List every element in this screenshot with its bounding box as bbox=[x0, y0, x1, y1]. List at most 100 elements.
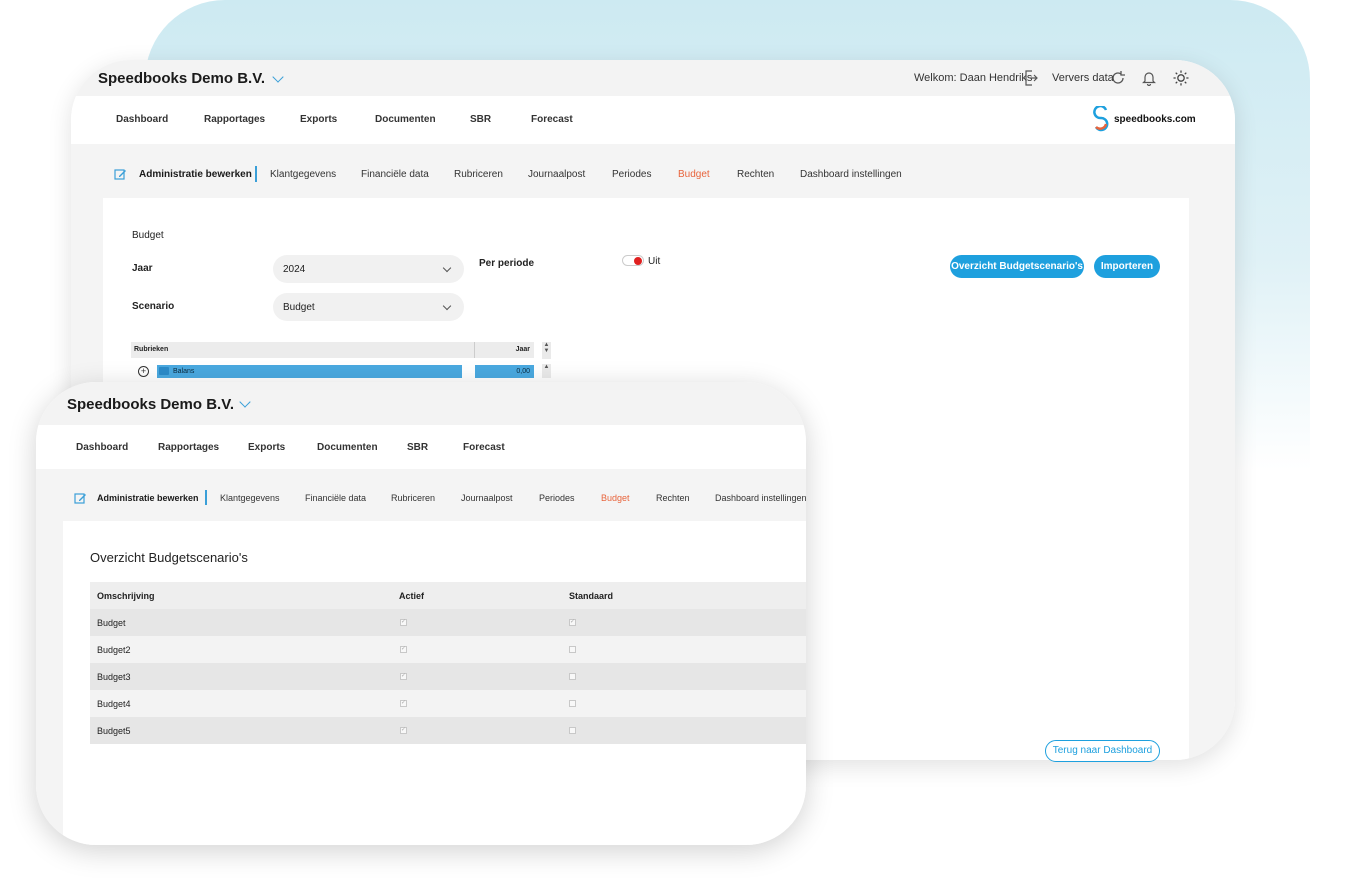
front-main-nav: Dashboard Rapportages Exports Documenten… bbox=[36, 425, 806, 469]
front-company-dropdown-chevron-icon[interactable] bbox=[239, 396, 251, 408]
front-nav-exports[interactable]: Exports bbox=[248, 442, 285, 453]
folder-icon bbox=[159, 367, 169, 375]
actief-checkbox[interactable]: ✓ bbox=[400, 673, 407, 680]
col-omschrijving: Omschrijving bbox=[97, 591, 155, 601]
subnav-dashboard-instellingen[interactable]: Dashboard instellingen bbox=[800, 169, 902, 180]
scenario-label: Scenario bbox=[132, 301, 175, 312]
welcome-text: Welkom: Daan Hendriks bbox=[914, 72, 1033, 84]
toggle-knob bbox=[634, 257, 642, 265]
scrollbar-top-arrows[interactable]: ▲ ▼ bbox=[542, 342, 551, 359]
subnav-rubriceren[interactable]: Rubriceren bbox=[454, 169, 503, 180]
subnav-financiele-data[interactable]: Financiële data bbox=[361, 169, 429, 180]
table-row[interactable]: Budget3 ✓ bbox=[90, 663, 806, 690]
col-actief: Actief bbox=[399, 591, 425, 601]
table-row[interactable]: Budget ✓ ✓ bbox=[90, 609, 806, 636]
subnav-rechten[interactable]: Rechten bbox=[737, 169, 774, 180]
overview-title: Overzicht Budgetscenario's bbox=[90, 550, 248, 565]
overview-card: Overzicht Budgetscenario's Omschrijving … bbox=[63, 521, 806, 845]
expand-plus-icon[interactable]: + bbox=[138, 366, 149, 377]
edit-icon bbox=[74, 493, 86, 504]
front-nav-dashboard[interactable]: Dashboard bbox=[76, 442, 128, 453]
table-row[interactable]: Budget5 ✓ bbox=[90, 717, 806, 744]
speedbooks-logo-icon bbox=[1093, 106, 1109, 132]
scrollbar-arrow-up-icon[interactable]: ▲ bbox=[542, 364, 551, 378]
logo-text: speedbooks.com bbox=[1114, 113, 1196, 125]
table-row[interactable]: Budget2 ✓ bbox=[90, 636, 806, 663]
subnav-journaalpost[interactable]: Journaalpost bbox=[528, 169, 585, 180]
row-name: Budget2 bbox=[97, 645, 131, 655]
main-nav: Dashboard Rapportages Exports Documenten… bbox=[71, 96, 1235, 144]
tree-col-divider bbox=[474, 342, 475, 358]
standaard-checkbox[interactable] bbox=[569, 727, 576, 734]
logout-icon[interactable] bbox=[1024, 70, 1038, 86]
budget-title: Budget bbox=[132, 230, 164, 241]
nav-documenten[interactable]: Documenten bbox=[375, 114, 436, 125]
subnav-budget[interactable]: Budget bbox=[678, 169, 710, 180]
standaard-checkbox[interactable] bbox=[569, 646, 576, 653]
front-content-area: Administratie bewerken Klantgegevens Fin… bbox=[36, 469, 806, 845]
edit-icon bbox=[114, 169, 126, 180]
front-subnav-dashboard-instellingen[interactable]: Dashboard instellingen bbox=[715, 493, 806, 503]
tree-row-label-bar: Balans bbox=[157, 365, 462, 378]
standaard-checkbox[interactable] bbox=[569, 673, 576, 680]
overview-window: Speedbooks Demo B.V. Dashboard Rapportag… bbox=[36, 382, 806, 845]
row-name: Budget5 bbox=[97, 726, 131, 736]
theme-sun-icon[interactable] bbox=[1173, 70, 1189, 86]
nav-rapportages[interactable]: Rapportages bbox=[204, 114, 265, 125]
tree-col-rubrieken: Rubrieken bbox=[134, 346, 169, 353]
subnav-edit-admin[interactable]: Administratie bewerken bbox=[139, 169, 252, 180]
subnav-klantgegevens[interactable]: Klantgegevens bbox=[270, 169, 336, 180]
front-top-bar: Speedbooks Demo B.V. bbox=[36, 382, 806, 425]
refresh-data-label[interactable]: Ververs data bbox=[1052, 72, 1114, 84]
col-standaard: Standaard bbox=[569, 591, 614, 601]
front-subnav-periodes[interactable]: Periodes bbox=[539, 493, 575, 503]
front-nav-sbr[interactable]: SBR bbox=[407, 442, 428, 453]
year-label: Jaar bbox=[132, 263, 153, 274]
overview-table-header: Omschrijving Actief Standaard bbox=[90, 582, 806, 609]
tree-header: Rubrieken Jaar bbox=[131, 342, 534, 358]
actief-checkbox[interactable]: ✓ bbox=[400, 646, 407, 653]
front-nav-documenten[interactable]: Documenten bbox=[317, 442, 378, 453]
front-company-name: Speedbooks Demo B.V. bbox=[67, 396, 234, 413]
year-select[interactable]: 2024 bbox=[273, 255, 464, 283]
actief-checkbox[interactable]: ✓ bbox=[400, 619, 407, 626]
nav-forecast[interactable]: Forecast bbox=[531, 114, 573, 125]
standaard-checkbox[interactable]: ✓ bbox=[569, 619, 576, 626]
actief-checkbox[interactable]: ✓ bbox=[400, 727, 407, 734]
chevron-down-icon bbox=[442, 301, 452, 311]
front-nav-rapportages[interactable]: Rapportages bbox=[158, 442, 219, 453]
front-nav-forecast[interactable]: Forecast bbox=[463, 442, 505, 453]
subnav-periodes[interactable]: Periodes bbox=[612, 169, 651, 180]
scenario-select[interactable]: Budget bbox=[273, 293, 464, 321]
toggle-state-label: Uit bbox=[648, 256, 661, 267]
nav-sbr[interactable]: SBR bbox=[470, 114, 491, 125]
scenario-select-value: Budget bbox=[283, 302, 315, 313]
tree-row-value[interactable]: 0,00 bbox=[475, 365, 534, 378]
per-period-toggle[interactable] bbox=[622, 255, 644, 266]
refresh-icon[interactable] bbox=[1110, 70, 1126, 86]
top-bar: Speedbooks Demo B.V. Welkom: Daan Hendri… bbox=[71, 60, 1235, 96]
subnav-separator bbox=[255, 166, 257, 182]
import-button[interactable]: Importeren bbox=[1094, 255, 1160, 278]
company-dropdown-chevron-icon[interactable] bbox=[272, 71, 284, 83]
overview-budgetscenarios-button[interactable]: Overzicht Budgetscenario's bbox=[950, 255, 1084, 278]
front-subnav-journaalpost[interactable]: Journaalpost bbox=[461, 493, 513, 503]
speedbooks-logo[interactable]: speedbooks.com bbox=[1092, 106, 1196, 132]
front-subnav-budget[interactable]: Budget bbox=[601, 493, 630, 503]
nav-dashboard[interactable]: Dashboard bbox=[116, 114, 168, 125]
front-subnav-edit-admin[interactable]: Administratie bewerken bbox=[97, 493, 199, 503]
table-row[interactable]: Budget4 ✓ bbox=[90, 690, 806, 717]
actief-checkbox[interactable]: ✓ bbox=[400, 700, 407, 707]
nav-exports[interactable]: Exports bbox=[300, 114, 337, 125]
tree-row-balans[interactable]: + Balans 0,00 bbox=[131, 365, 534, 379]
front-subnav-klantgegevens[interactable]: Klantgegevens bbox=[220, 493, 280, 503]
back-to-dashboard-button[interactable]: Terug naar Dashboard bbox=[1045, 740, 1160, 762]
per-period-label: Per periode bbox=[479, 258, 535, 269]
year-select-value: 2024 bbox=[283, 264, 306, 275]
front-subnav-rubriceren[interactable]: Rubriceren bbox=[391, 493, 435, 503]
front-subnav-financiele-data[interactable]: Financiële data bbox=[305, 493, 366, 503]
standaard-checkbox[interactable] bbox=[569, 700, 576, 707]
row-name: Budget3 bbox=[97, 672, 131, 682]
front-subnav-rechten[interactable]: Rechten bbox=[656, 493, 690, 503]
bell-icon[interactable] bbox=[1142, 70, 1156, 86]
